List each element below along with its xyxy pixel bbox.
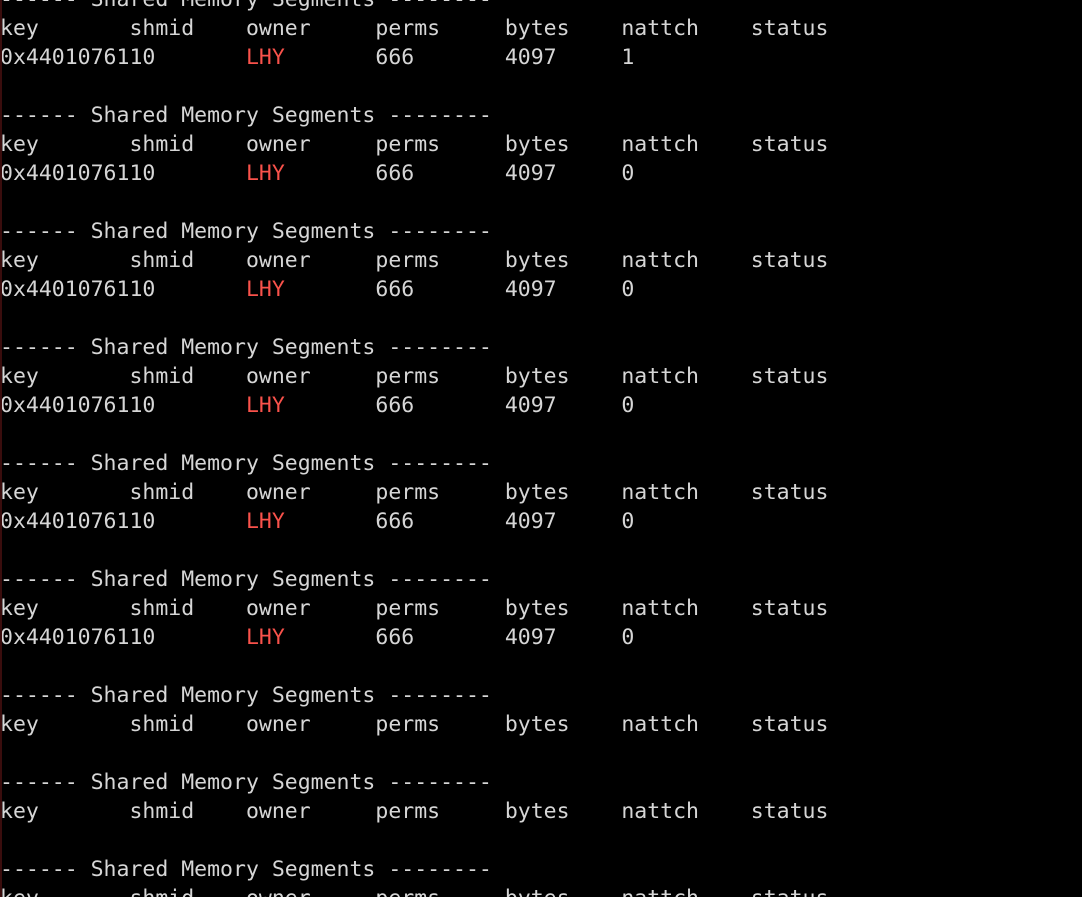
- column-header-row: key shmid owner perms bytes nattch statu…: [0, 16, 829, 41]
- segment-owner: LHY: [245, 625, 285, 650]
- separator-line: ------ Shared Memory Segments --------: [0, 335, 492, 360]
- segment-owner: LHY: [245, 277, 285, 302]
- segment-data-row: 0x4401076110 LHY 666 4097 0: [0, 275, 1082, 304]
- separator-line: ------ Shared Memory Segments --------: [0, 770, 492, 795]
- separator-line: ------ Shared Memory Segments --------: [0, 219, 492, 244]
- separator-line: ------ Shared Memory Segments --------: [0, 103, 492, 128]
- segment-key-shmid: 0x4401076110: [0, 277, 246, 302]
- segment-key-shmid: 0x4401076110: [0, 45, 246, 70]
- segment-perms-bytes-nattch: 666 4097 0: [284, 509, 751, 534]
- segment-owner: LHY: [245, 509, 285, 534]
- column-header-row: key shmid owner perms bytes nattch statu…: [0, 248, 829, 273]
- segment-perms-bytes-nattch: 666 4097 1: [284, 45, 751, 70]
- segment-perms-bytes-nattch: 666 4097 0: [284, 161, 751, 186]
- clipped-bottom-header-row: key shmid owner perms bytes nattch statu…: [0, 884, 1082, 897]
- column-header-row: key shmid owner perms bytes nattch statu…: [0, 596, 829, 621]
- separator-line: ------ Shared Memory Segments --------: [0, 451, 492, 476]
- column-header-row: key shmid owner perms bytes nattch statu…: [0, 132, 829, 157]
- segment-perms-bytes-nattch: 666 4097 0: [284, 277, 751, 302]
- clipped-top-separator-line: ------ Shared Memory Segments --------: [0, 0, 1082, 14]
- segment-owner: LHY: [245, 393, 285, 418]
- segment-data-row: 0x4401076110 LHY 666 4097 0: [0, 159, 1082, 188]
- segment-key-shmid: 0x4401076110: [0, 393, 246, 418]
- segment-key-shmid: 0x4401076110: [0, 161, 246, 186]
- terminal-window[interactable]: ------ Shared Memory Segments -------- ke…: [0, 0, 1082, 897]
- terminal-left-edge-stripe: [0, 0, 2, 897]
- segment-owner: LHY: [245, 161, 285, 186]
- terminal-screen-text: ------ Shared Memory Segments -------- ke…: [0, 0, 1082, 897]
- segment-key-shmid: 0x4401076110: [0, 509, 246, 534]
- segment-perms-bytes-nattch: 666 4097 0: [284, 393, 751, 418]
- column-header-row: key shmid owner perms bytes nattch statu…: [0, 799, 829, 824]
- separator-line: ------ Shared Memory Segments --------: [0, 683, 492, 708]
- segment-data-row: 0x4401076110 LHY 666 4097 0: [0, 623, 1082, 652]
- column-header-row: key shmid owner perms bytes nattch statu…: [0, 364, 829, 389]
- segment-data-row: 0x4401076110 LHY 666 4097 0: [0, 507, 1082, 536]
- separator-line: ------ Shared Memory Segments --------: [0, 567, 492, 592]
- segment-data-row: 0x4401076110 LHY 666 4097 0: [0, 391, 1082, 420]
- segment-owner: LHY: [245, 45, 285, 70]
- column-header-row: key shmid owner perms bytes nattch statu…: [0, 480, 829, 505]
- segment-perms-bytes-nattch: 666 4097 0: [284, 625, 751, 650]
- segment-data-row: 0x4401076110 LHY 666 4097 1: [0, 43, 1082, 72]
- separator-line: ------ Shared Memory Segments --------: [0, 857, 492, 882]
- column-header-row: key shmid owner perms bytes nattch statu…: [0, 712, 829, 737]
- segment-key-shmid: 0x4401076110: [0, 625, 246, 650]
